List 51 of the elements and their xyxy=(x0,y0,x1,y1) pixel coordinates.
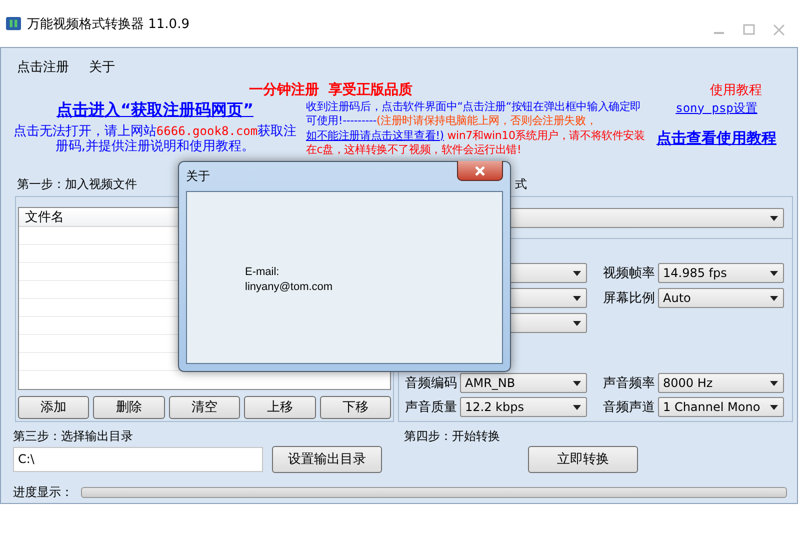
contact-text: linyany@tom.com xyxy=(245,280,334,295)
caret-icon xyxy=(770,380,778,386)
register-note: 点击无法打开，请上网站6666.gook8.com获取注册码,并提供注册说明和使用教程。 xyxy=(12,124,298,154)
promo-headline: 一分钟注册 享受正版品质 xyxy=(249,80,413,99)
caret-icon xyxy=(770,296,778,301)
dropdown[interactable]: 1 Channel Mono xyxy=(658,397,784,418)
caret-icon xyxy=(573,320,581,326)
close-icon xyxy=(474,166,486,176)
register-link[interactable]: 点击进入“获取注册码网页” xyxy=(56,100,254,121)
field-label: 视频帧率 xyxy=(603,265,655,282)
step-label: 第一步：加入视频文件 xyxy=(17,176,137,194)
tutorial-link[interactable]: 点击查看使用教程 xyxy=(656,128,776,148)
convert-button[interactable]: 立即转换 xyxy=(528,446,638,473)
caret-icon xyxy=(770,270,778,276)
caret-icon xyxy=(770,404,778,410)
caret-icon xyxy=(770,216,778,221)
contact-text: E-mail: xyxy=(245,265,280,280)
app-icon xyxy=(6,16,21,31)
output-path-field[interactable]: C:\ xyxy=(13,446,263,472)
caret-icon xyxy=(573,296,581,301)
close-button[interactable] xyxy=(457,161,503,181)
dropdown[interactable]: Auto xyxy=(658,288,784,308)
help-link[interactable]: 如不能注册请点击这里查看!) xyxy=(306,128,444,142)
field-label: 音频声道 xyxy=(603,399,655,416)
list-button[interactable]: 上移 xyxy=(244,396,316,419)
menu-item[interactable]: 点击注册 xyxy=(17,58,69,80)
psp-settings-link[interactable]: sony psp设置 xyxy=(676,100,758,117)
dropdown[interactable]: 8000 Hz xyxy=(658,373,784,394)
caret-icon xyxy=(573,404,581,410)
dropdown[interactable]: 14.985 fps xyxy=(658,263,784,284)
field-label: 声音频率 xyxy=(603,375,655,392)
field-label: 音频编码 xyxy=(405,375,457,392)
dropdown[interactable]: AMR_NB xyxy=(460,373,587,394)
list-button[interactable]: 添加 xyxy=(18,396,90,419)
step-label: 第四步：开始转换 xyxy=(404,428,501,445)
set-output-button[interactable]: 设置输出目录 xyxy=(272,446,382,473)
step-label: 第三步：选择输出目录 xyxy=(13,428,134,445)
list-button[interactable]: 清空 xyxy=(168,396,240,419)
window-title: 万能视频格式转换器 11.0.9 xyxy=(27,16,190,32)
caret-icon xyxy=(573,270,581,276)
step-label: 式 xyxy=(515,176,527,194)
dialog-title: 关于 xyxy=(186,168,210,185)
list-button[interactable]: 下移 xyxy=(320,396,392,419)
list-button[interactable]: 删除 xyxy=(93,396,165,419)
field-label: 屏幕比例 xyxy=(603,290,655,308)
menu-item[interactable]: 关于 xyxy=(89,58,115,80)
progress-label: 进度显示： xyxy=(13,484,73,501)
caret-icon xyxy=(573,380,581,386)
tutorial-heading: 使用教程 xyxy=(710,82,762,99)
dropdown[interactable]: 12.2 kbps xyxy=(460,397,587,418)
field-label: 声音质量 xyxy=(405,399,457,416)
